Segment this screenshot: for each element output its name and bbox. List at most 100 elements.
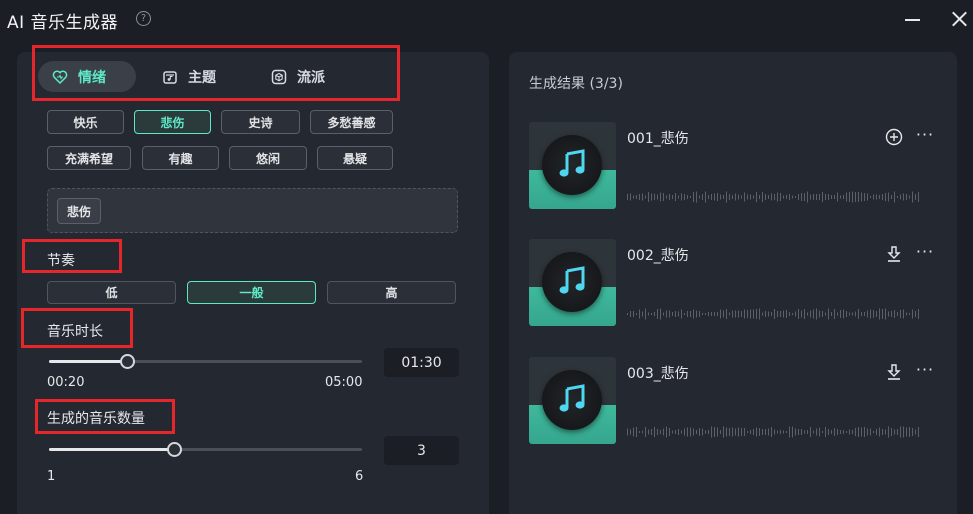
waveform-bar [786, 310, 787, 318]
mood-chip[interactable]: 悠闲 [229, 146, 307, 170]
waveform-bar [858, 309, 859, 319]
count-slider-fill [49, 448, 174, 451]
duration-slider[interactable] [49, 354, 362, 369]
more-options-icon[interactable]: ··· [915, 362, 935, 381]
result-item[interactable]: 002_悲伤 ··· [529, 239, 939, 329]
waveform-bar [648, 192, 649, 202]
waveform-bar [768, 428, 769, 436]
waveform-bar [657, 309, 658, 319]
duration-slider-thumb[interactable] [120, 354, 135, 369]
waveform-bar [768, 195, 769, 199]
tempo-option-normal[interactable]: 一般 [187, 281, 316, 304]
waveform-bar [912, 428, 913, 436]
add-icon[interactable] [885, 128, 903, 146]
waveform-bar [660, 430, 661, 434]
waveform-bar [900, 194, 901, 200]
waveform-bar [642, 193, 643, 201]
mood-chip[interactable]: 快乐 [47, 110, 124, 134]
waveform-bar [630, 311, 631, 317]
waveform-bar [918, 309, 919, 319]
mood-chip-selected[interactable]: 悲伤 [134, 110, 211, 134]
selected-tags-area[interactable]: 悲伤 [47, 188, 458, 233]
waveform-bar [894, 191, 895, 203]
waveform-bar [807, 312, 808, 316]
waveform-bar [786, 431, 787, 433]
waveform-bar [711, 194, 712, 200]
selected-tag[interactable]: 悲伤 [57, 198, 102, 224]
count-slider[interactable] [49, 442, 362, 457]
waveform-bar [654, 312, 655, 316]
waveform-bar [684, 313, 685, 315]
waveform-bar [648, 312, 649, 316]
waveform-bar [720, 309, 721, 319]
tab-theme[interactable]: 主题 [148, 61, 246, 92]
waveform-bar [834, 428, 835, 436]
heart-icon [52, 69, 68, 85]
waveform-bar [828, 429, 829, 435]
minimize-button[interactable] [903, 9, 923, 29]
waveform-bar [777, 430, 778, 434]
waveform-bar [855, 428, 856, 436]
waveform-bar [747, 194, 748, 200]
tempo-option-high[interactable]: 高 [327, 281, 456, 304]
mood-chip[interactable]: 有趣 [142, 146, 219, 170]
waveform-bar [633, 311, 634, 317]
waveform-bar [909, 427, 910, 437]
tab-genre-label: 流派 [297, 69, 325, 86]
music-note-icon [559, 266, 585, 294]
more-options-icon[interactable]: ··· [915, 127, 935, 146]
waveform-bar [765, 311, 766, 317]
waveform-bar [894, 310, 895, 318]
waveform-bar [846, 311, 847, 317]
result-item[interactable]: 003_悲伤 ··· [529, 357, 939, 447]
waveform-bar [651, 313, 652, 315]
waveform-bar [741, 428, 742, 436]
count-slider-thumb[interactable] [167, 442, 182, 457]
waveform-bar [681, 430, 682, 434]
tab-genre[interactable]: 流派 [257, 61, 355, 92]
waveform-bar [840, 430, 841, 434]
waveform-bar [630, 193, 631, 201]
waveform-bar [819, 310, 820, 318]
mood-chip[interactable]: 充满希望 [47, 146, 131, 170]
tab-mood[interactable]: 情绪 [38, 61, 136, 92]
waveform-bar [633, 195, 634, 199]
waveform-bar [693, 309, 694, 319]
waveform-bar [657, 194, 658, 200]
more-options-icon[interactable]: ··· [915, 244, 935, 263]
waveform-bar [744, 192, 745, 202]
mood-chip[interactable]: 悬疑 [317, 146, 393, 170]
mood-chip[interactable]: 多愁善感 [310, 110, 393, 134]
download-icon[interactable] [885, 363, 903, 381]
waveform-bar [864, 312, 865, 316]
waveform-bar [801, 429, 802, 435]
waveform-bar [720, 194, 721, 200]
help-icon[interactable]: ? [136, 11, 151, 26]
waveform-bar [846, 192, 847, 202]
download-icon[interactable] [885, 245, 903, 263]
waveform-bar [663, 193, 664, 201]
waveform-bar [762, 312, 763, 316]
waveform-bar [711, 426, 712, 438]
duration-value-field[interactable]: 01:30 [384, 348, 459, 377]
waveform-bar [648, 429, 649, 435]
waveform-bar [789, 194, 790, 200]
count-value-field[interactable]: 3 [384, 436, 459, 465]
track-name: 003_悲伤 [627, 366, 689, 382]
waveform-bar [780, 311, 781, 317]
waveform-bar [843, 430, 844, 434]
waveform-bar [906, 194, 907, 200]
waveform-bar [645, 308, 646, 320]
cube-icon [271, 69, 287, 85]
waveform-bar [891, 311, 892, 317]
close-button[interactable] [950, 9, 970, 29]
result-item[interactable]: 001_悲伤 ··· [529, 122, 939, 212]
mood-chip[interactable]: 史诗 [221, 110, 300, 134]
tempo-option-low[interactable]: 低 [47, 281, 176, 304]
waveform-bar [738, 194, 739, 200]
waveform-bar [891, 195, 892, 199]
waveform-bar [669, 194, 670, 200]
waveform [627, 308, 919, 320]
waveform-bar [831, 430, 832, 434]
waveform-bar [726, 309, 727, 319]
